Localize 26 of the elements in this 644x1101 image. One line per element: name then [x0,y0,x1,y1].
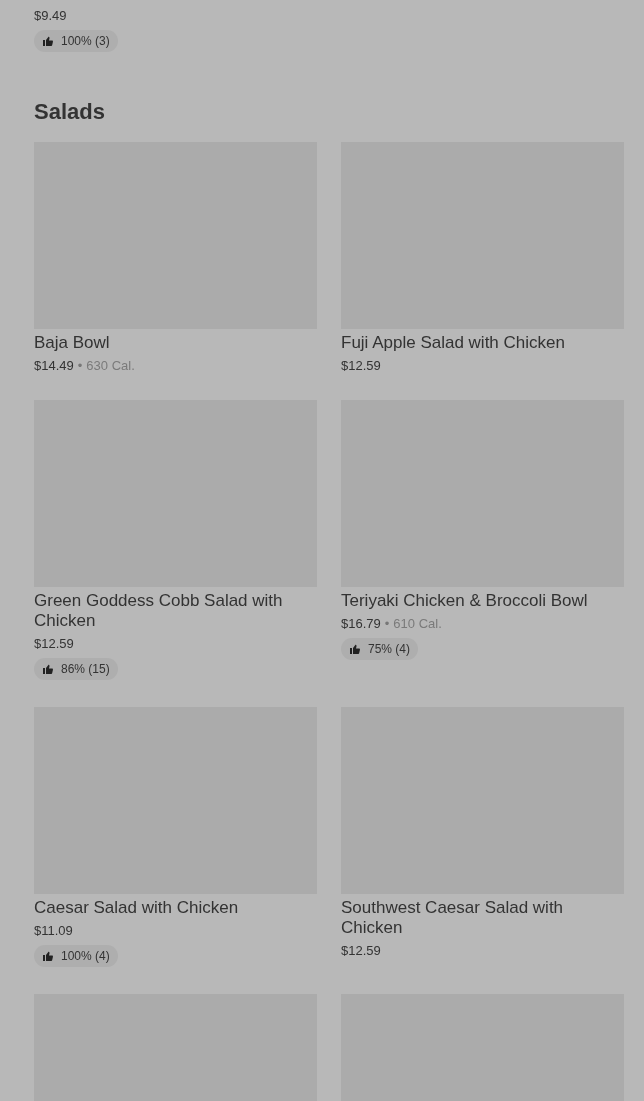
item-price: $12.59 [34,635,74,653]
thumbs-up-icon [42,950,54,962]
thumbs-up-icon [42,663,54,675]
separator-dot: • [77,357,83,375]
rating-badge: 100% (4) [34,945,118,967]
item-price: $12.59 [341,942,381,960]
thumbs-up-icon [349,643,361,655]
separator-dot: • [384,615,390,633]
item-calories: 610 Cal. [393,615,442,633]
section-heading: Salads [34,98,106,126]
item-price: $11.09 [34,922,73,940]
item-name: Teriyaki Chicken & Broccoli Bowl [341,591,589,611]
rating-badge: 86% (15) [34,658,118,680]
item-name: Green Goddess Cobb Salad with Chicken [34,591,284,631]
thumbs-up-icon [42,35,54,47]
item-price: $12.59 [341,357,381,375]
item-price: $9.49 [34,7,68,25]
item-name: Fuji Apple Salad with Chicken [341,333,566,353]
item-name: Baja Bowl [34,333,111,353]
rating-badge: 100% (3) [34,30,118,52]
item-calories: 630 Cal. [86,357,135,375]
item-name: Caesar Salad with Chicken [34,898,240,918]
item-price: $16.79 [341,615,381,633]
item-name: Southwest Caesar Salad with Chicken [341,898,565,938]
item-price: $14.49 [34,357,74,375]
rating-badge: 75% (4) [341,638,419,660]
